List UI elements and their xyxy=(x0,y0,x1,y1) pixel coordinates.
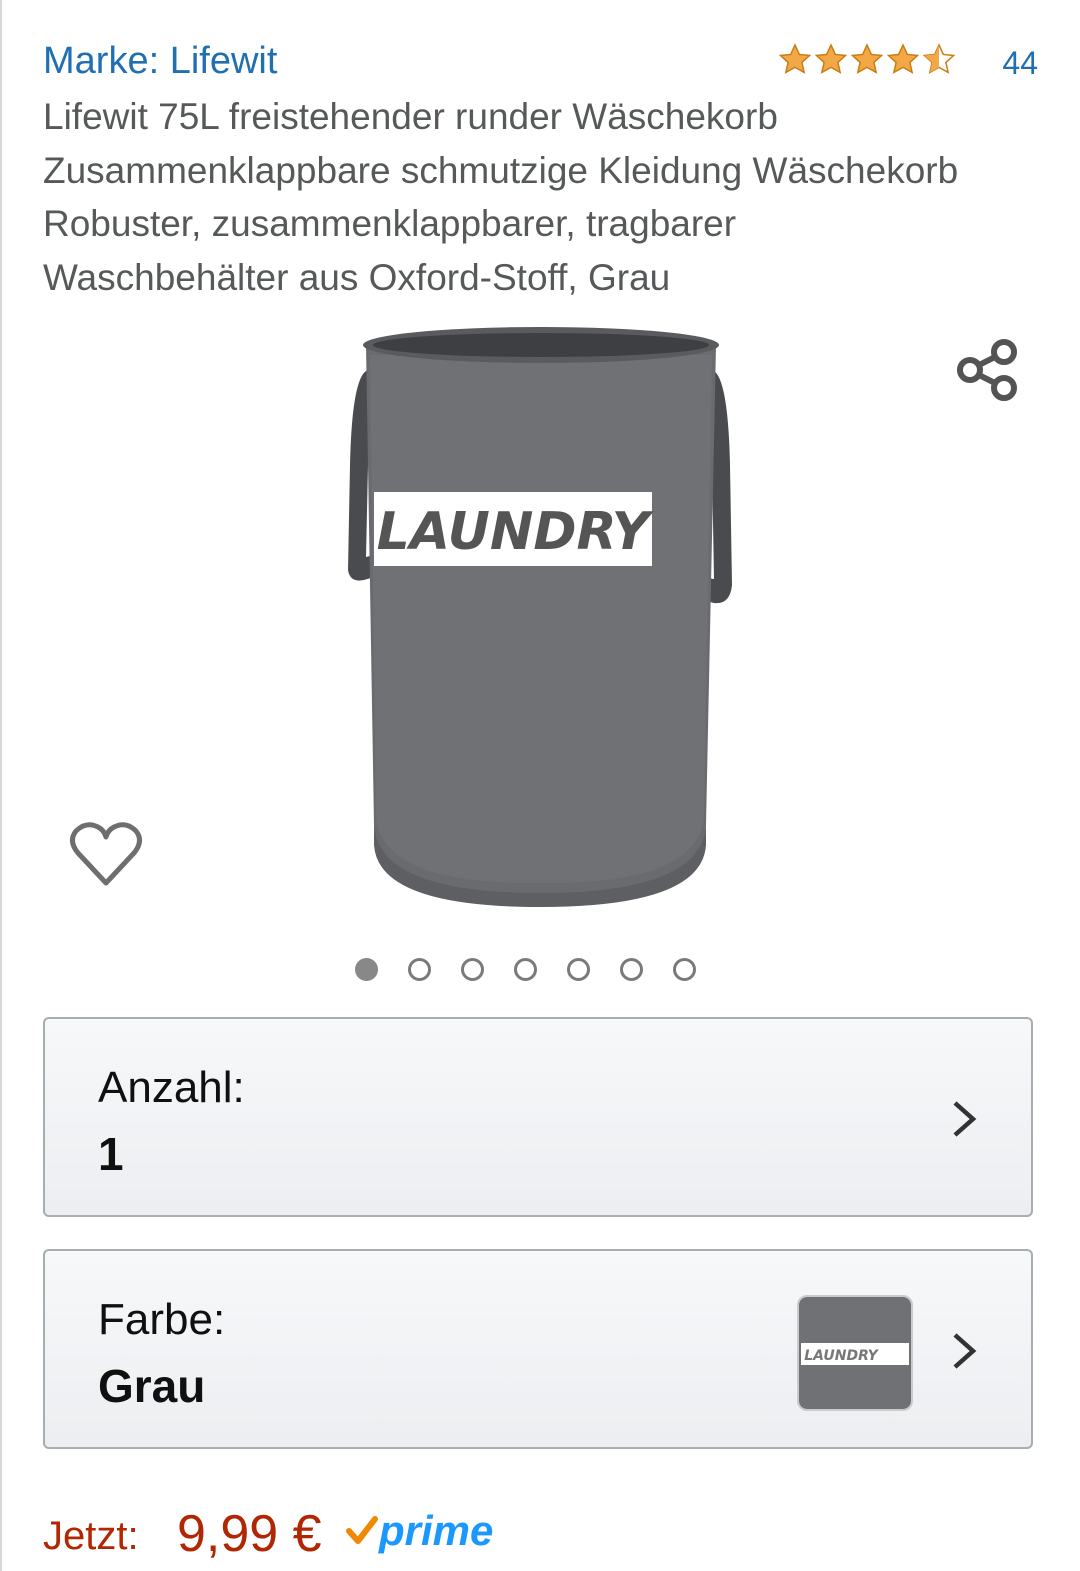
chevron-right-icon xyxy=(953,1101,977,1137)
half-star-icon xyxy=(922,43,956,74)
gallery-dot[interactable] xyxy=(620,958,643,981)
quantity-selector[interactable]: Anzahl: 1 xyxy=(43,1017,1033,1217)
left-edge xyxy=(0,0,2,1571)
title-line: Robuster, zusammenklappbarer, tragbarer xyxy=(43,203,737,244)
star-icon xyxy=(850,43,884,74)
star-icon xyxy=(814,43,848,74)
brand-link[interactable]: Marke: Lifewit xyxy=(43,36,277,86)
share-icon[interactable] xyxy=(950,330,1030,410)
gallery-dot[interactable] xyxy=(514,958,537,981)
gallery-dot[interactable] xyxy=(355,958,378,981)
rating-count-link[interactable]: 44 xyxy=(1002,36,1038,90)
color-label: Farbe: xyxy=(98,1295,226,1344)
gallery-dot[interactable] xyxy=(673,958,696,981)
gallery-dot[interactable] xyxy=(567,958,590,981)
title-line: Waschbehälter aus Oxford-Stoff, Grau xyxy=(43,256,671,298)
price-label: Jetzt: xyxy=(43,1514,139,1558)
color-selector[interactable]: Farbe: Grau LAUNDRY xyxy=(43,1249,1033,1449)
quantity-label: Anzahl: xyxy=(98,1063,245,1112)
image-pagination xyxy=(355,958,696,981)
product-image[interactable]: LAUNDRY xyxy=(330,315,750,915)
title-line: Zusammenklappbare schmutzige Kleidung Wä… xyxy=(43,149,959,191)
product-title: Lifewit 75L freistehender runder Wäschek… xyxy=(43,90,1043,304)
color-swatch-thumbnail[interactable]: LAUNDRY xyxy=(797,1295,913,1411)
product-label-text: LAUNDRY xyxy=(377,502,655,562)
star-rating[interactable] xyxy=(777,42,957,80)
heart-icon[interactable] xyxy=(66,815,146,895)
star-icon xyxy=(886,43,920,74)
prime-badge: prime xyxy=(345,1506,493,1556)
color-swatch-image: LAUNDRY xyxy=(799,1297,911,1409)
price-value: 9,99 € xyxy=(177,1505,322,1563)
check-icon xyxy=(346,1516,378,1544)
prime-label: prime xyxy=(379,1507,494,1554)
chevron-right-icon xyxy=(953,1333,977,1369)
title-line: Lifewit 75L freistehender runder Wäschek… xyxy=(43,96,778,137)
quantity-value: 1 xyxy=(98,1128,124,1180)
gallery-dot[interactable] xyxy=(461,958,484,981)
star-icon xyxy=(778,43,812,74)
brand-row: Marke: Lifewit 44 xyxy=(43,36,1038,86)
gallery-dot[interactable] xyxy=(408,958,431,981)
color-value: Grau xyxy=(98,1360,206,1412)
swatch-label-text: LAUNDRY xyxy=(804,1348,879,1364)
